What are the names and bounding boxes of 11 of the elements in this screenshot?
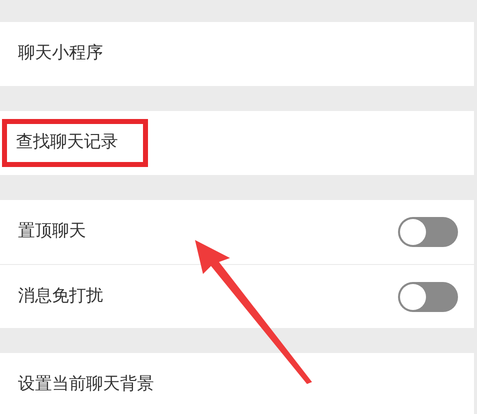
row-label: 设置当前聊天背景 [17,373,155,396]
row-label: 消息免打扰 [17,284,104,308]
settings-row[interactable]: 置顶聊天 [0,200,474,264]
settings-row[interactable]: 查找聊天记录 [0,111,474,175]
settings-row[interactable]: 设置当前聊天背景 [0,353,474,414]
toggle-switch[interactable] [398,217,458,247]
settings-row[interactable]: 聊天小程序 [0,22,474,86]
row-label: 查找聊天记录 [2,119,148,167]
row-label: 置顶聊天 [17,220,87,244]
toggle-switch[interactable] [398,282,458,312]
row-label: 聊天小程序 [17,42,104,66]
